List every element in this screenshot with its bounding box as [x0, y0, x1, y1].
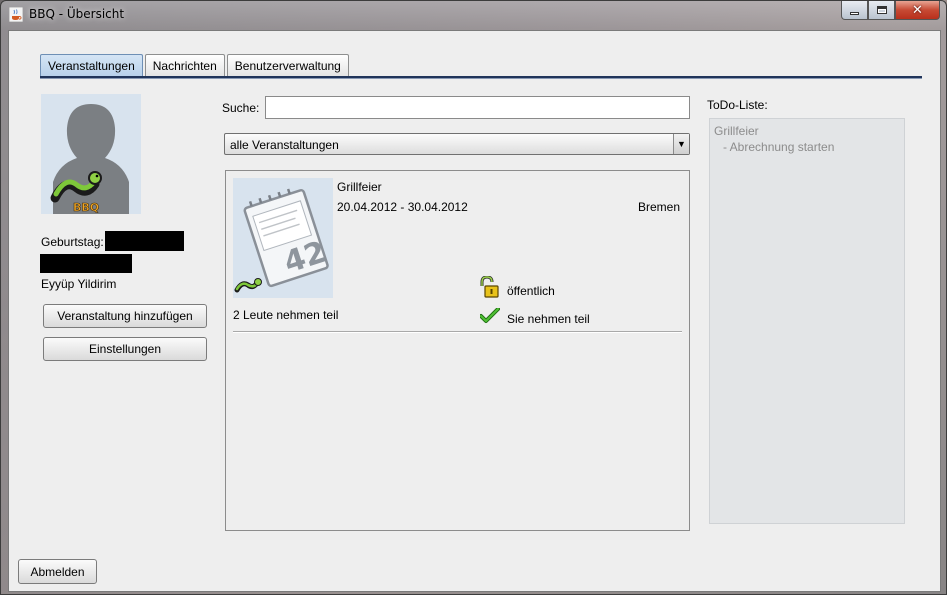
java-cup-icon: [9, 7, 23, 22]
todo-item: Grillfeier: [714, 124, 759, 138]
event-location: Bremen: [638, 200, 681, 214]
event-filter-value: alle Veranstaltungen: [230, 138, 339, 152]
settings-button[interactable]: Einstellungen: [43, 337, 207, 361]
logout-button-label: Abmelden: [30, 564, 85, 579]
avatar: BBQ: [41, 94, 141, 214]
calendar-icon: 42: [234, 188, 330, 293]
maximize-icon: [876, 6, 887, 14]
user-silhouette-icon: BBQ: [50, 104, 129, 214]
birthday-label: Geburtstag:: [41, 235, 104, 249]
client-area: Veranstaltungen Nachrichten Benutzerverw…: [8, 30, 941, 592]
unlocked-padlock-icon: [480, 276, 499, 298]
redacted-info: [40, 254, 132, 273]
tab-divider: [40, 76, 922, 79]
close-icon: ✕: [912, 2, 923, 18]
close-button[interactable]: ✕: [895, 1, 940, 20]
minimize-button[interactable]: [841, 1, 868, 20]
checkmark-icon: [480, 308, 500, 323]
maximize-button[interactable]: [868, 1, 895, 20]
event-filter-select[interactable]: alle Veranstaltungen ▼: [224, 133, 690, 155]
tab-nachrichten[interactable]: Nachrichten: [144, 54, 225, 77]
add-event-button-label: Veranstaltung hinzufügen: [57, 309, 193, 323]
tab-label: Nachrichten: [152, 59, 217, 73]
minimize-icon: [850, 11, 859, 15]
todo-item: - Abrechnung starten: [723, 140, 835, 154]
event-list: 42 Grillfeier 20.04.2012 - 30.04.2012 Br…: [225, 170, 690, 531]
redacted-birthday: [105, 231, 184, 251]
search-input[interactable]: [265, 96, 690, 119]
event-visibility: öffentlich: [507, 284, 555, 298]
todo-list[interactable]: Grillfeier - Abrechnung starten: [709, 118, 905, 524]
event-dates: 20.04.2012 - 30.04.2012: [337, 200, 468, 214]
add-event-button[interactable]: Veranstaltung hinzufügen: [43, 304, 207, 328]
tab-veranstaltungen[interactable]: Veranstaltungen: [40, 54, 143, 77]
event-participation: Sie nehmen teil: [507, 312, 590, 326]
list-item-divider: [233, 331, 682, 332]
event-participant-count: 2 Leute nehmen teil: [233, 308, 339, 322]
main-window: BBQ - Übersicht ✕ Veranstaltungen Nachri…: [0, 0, 947, 595]
chevron-down-icon[interactable]: ▼: [673, 134, 689, 154]
todo-label: ToDo-Liste:: [707, 98, 768, 112]
tab-label: Benutzerverwaltung: [234, 59, 341, 73]
event-image: 42: [233, 178, 333, 298]
user-name: Eyyüp Yildirim: [41, 277, 117, 291]
event-title: Grillfeier: [337, 180, 382, 194]
search-label: Suche:: [222, 101, 260, 115]
title-bar[interactable]: BBQ - Übersicht ✕: [1, 1, 946, 29]
bbq-logo-icon: [234, 278, 262, 293]
settings-button-label: Einstellungen: [88, 342, 162, 356]
tab-benutzerverwaltung[interactable]: Benutzerverwaltung: [226, 54, 349, 77]
window-title: BBQ - Übersicht: [29, 7, 125, 21]
logout-button[interactable]: Abmelden: [18, 559, 97, 584]
bbq-logo-text: BBQ: [73, 201, 99, 214]
tab-label: Veranstaltungen: [48, 59, 135, 73]
tab-bar: Veranstaltungen Nachrichten Benutzerverw…: [40, 54, 351, 77]
